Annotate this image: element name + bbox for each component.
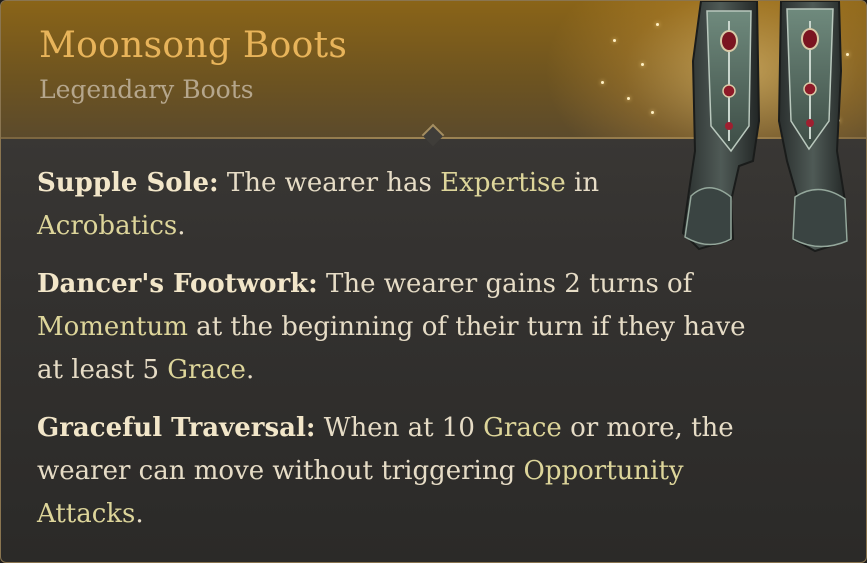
property-name: Graceful Traversal: [37, 413, 316, 443]
item-rarity: Legendary Boots [39, 75, 254, 104]
moonsong-boots-icon [681, 1, 849, 253]
property-text: in [565, 168, 600, 198]
property-name: Dancer's Footwork: [37, 269, 318, 299]
keyword-momentum[interactable]: Momentum [37, 312, 188, 342]
keyword-grace[interactable]: Grace [483, 413, 562, 443]
item-tooltip: Moonsong Boots Legendary Boots Supple So… [0, 0, 867, 563]
property-name: Supple Sole: [37, 168, 219, 198]
property-text: . [177, 211, 186, 241]
keyword-grace[interactable]: Grace [167, 355, 246, 385]
property-text: The wearer gains 2 turns of [317, 269, 693, 299]
property-graceful-traversal: Graceful Traversal: When at 10 Grace or … [37, 407, 757, 536]
property-dancers-footwork: Dancer's Footwork: The wearer gains 2 tu… [37, 263, 777, 392]
property-supple-sole: Supple Sole: The wearer has Expertise in… [37, 162, 647, 248]
property-text: The wearer has [218, 168, 441, 198]
property-text: . [135, 499, 144, 529]
item-name: Moonsong Boots [39, 25, 348, 66]
keyword-expertise[interactable]: Expertise [440, 168, 566, 198]
property-text: . [245, 355, 255, 385]
keyword-acrobatics[interactable]: Acrobatics [37, 211, 177, 241]
property-text: When at 10 [315, 413, 484, 443]
